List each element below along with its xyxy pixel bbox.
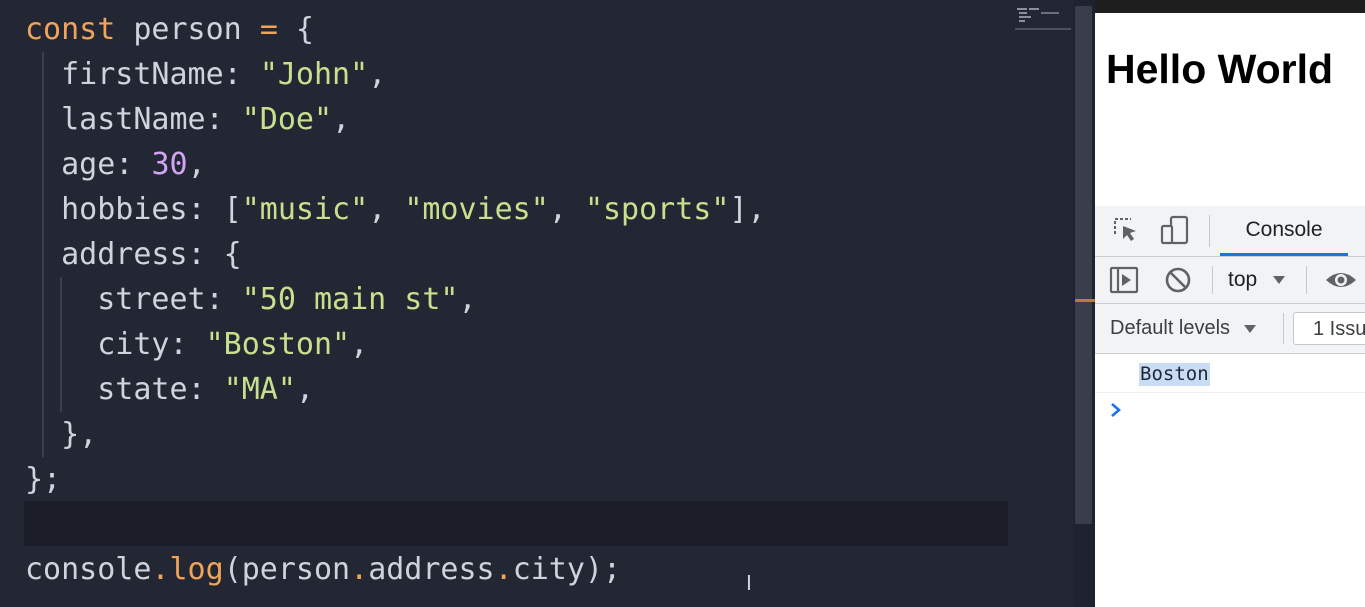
code-token: , [368, 57, 387, 92]
toolbar-separator [1209, 215, 1210, 247]
code-line: street: "50 main st", [25, 277, 477, 322]
code-token: console [25, 552, 152, 587]
code-token: . [151, 552, 170, 587]
devtools-panel: Console top Default levels 1 Iss Boston [1095, 206, 1365, 607]
code-line: state: "MA", [25, 367, 314, 412]
minimap[interactable] [1013, 6, 1071, 32]
code-line: address: { [25, 232, 242, 277]
context-value: top [1228, 268, 1258, 291]
code-token: = [259, 12, 278, 47]
eye-icon[interactable] [1324, 269, 1358, 291]
text-cursor-icon: I [746, 571, 752, 595]
browser-top-strip [1095, 0, 1365, 13]
code-token: . [350, 552, 369, 587]
code-line: console.log(person.address.city); [25, 547, 621, 592]
device-toolbar-icon[interactable] [1159, 214, 1191, 246]
code-token: address: { [25, 237, 242, 272]
log-levels-value: Default levels [1110, 317, 1231, 339]
code-token: "Boston" [205, 327, 351, 362]
dropdown-arrow-icon [1243, 324, 1256, 333]
console-log-row: Boston [1095, 354, 1365, 393]
code-token: , [458, 282, 477, 317]
code-token: "MA" [223, 372, 296, 407]
code-line: age: 30, [25, 142, 206, 187]
prompt-chevron-icon [1111, 403, 1121, 417]
code-token: "sports" [584, 192, 730, 227]
devtools-tabbar: Console [1095, 206, 1365, 257]
code-line: hobbies: ["music", "movies", "sports"], [25, 187, 766, 232]
context-select[interactable]: top [1228, 257, 1287, 303]
code-token: "Doe" [241, 102, 333, 137]
scrollbar-marker [1075, 299, 1095, 302]
dropdown-arrow-icon [1273, 276, 1286, 285]
inspect-element-icon[interactable] [1111, 215, 1141, 245]
code-token: , [548, 192, 585, 227]
code-token: lastName: [25, 102, 242, 137]
code-token: address [368, 552, 495, 587]
toolbar-separator [1212, 266, 1213, 294]
current-line-highlight [24, 501, 1008, 546]
code-token: "John" [259, 57, 369, 92]
code-token: }, [25, 417, 98, 452]
toolbar-separator [1283, 313, 1284, 344]
code-line: }; [25, 457, 61, 502]
code-token: street: [25, 282, 242, 317]
code-token: 30 [151, 147, 188, 182]
code-token: const [25, 12, 116, 47]
code-token: state: [25, 372, 224, 407]
code-token: { [277, 12, 314, 47]
code-token: city); [512, 552, 622, 587]
code-token: firstName: [25, 57, 260, 92]
sidebar-toggle-icon[interactable] [1109, 266, 1139, 294]
console-log-text: Boston [1139, 363, 1210, 386]
code-token: hobbies: [ [25, 192, 242, 227]
code-token: , [350, 327, 369, 362]
code-token: , [368, 192, 405, 227]
browser-preview: Hello World Console top Default levels 1… [1095, 0, 1365, 607]
code-line: firstName: "John", [25, 52, 386, 97]
editor-scrollbar-thumb[interactable] [1075, 6, 1092, 524]
code-token: . [494, 552, 513, 587]
code-token: , [295, 372, 314, 407]
code-token: person [115, 12, 260, 47]
code-token: ], [729, 192, 766, 227]
console-filterbar: Default levels 1 Issue [1095, 304, 1365, 354]
code-line: const person = { [25, 7, 314, 52]
code-token: "movies" [404, 192, 549, 227]
code-token: (person [223, 552, 351, 587]
code-line: lastName: "Doe", [25, 97, 350, 142]
code-line: }, [25, 412, 97, 457]
tab-console[interactable]: Console [1220, 206, 1348, 256]
code-token: log [169, 552, 224, 587]
console-prompt[interactable] [1095, 393, 1365, 429]
console-toolbar: top [1095, 257, 1365, 304]
page-heading: Hello World [1106, 46, 1334, 92]
code-editor[interactable]: const person = { firstName: "John", last… [0, 0, 1073, 607]
code-token: , [187, 147, 206, 182]
code-token: , [332, 102, 351, 137]
code-line: city: "Boston", [25, 322, 368, 367]
code-token: city: [25, 327, 206, 362]
console-output: Boston [1095, 354, 1365, 607]
log-levels-select[interactable]: Default levels [1110, 304, 1258, 353]
toolbar-separator [1306, 266, 1307, 294]
code-token: }; [25, 462, 62, 497]
clear-console-icon[interactable] [1164, 266, 1192, 294]
code-token: "music" [241, 192, 369, 227]
code-token: "50 main st" [241, 282, 459, 317]
issues-button[interactable]: 1 Issue [1293, 312, 1365, 345]
code-token: age: [25, 147, 152, 182]
